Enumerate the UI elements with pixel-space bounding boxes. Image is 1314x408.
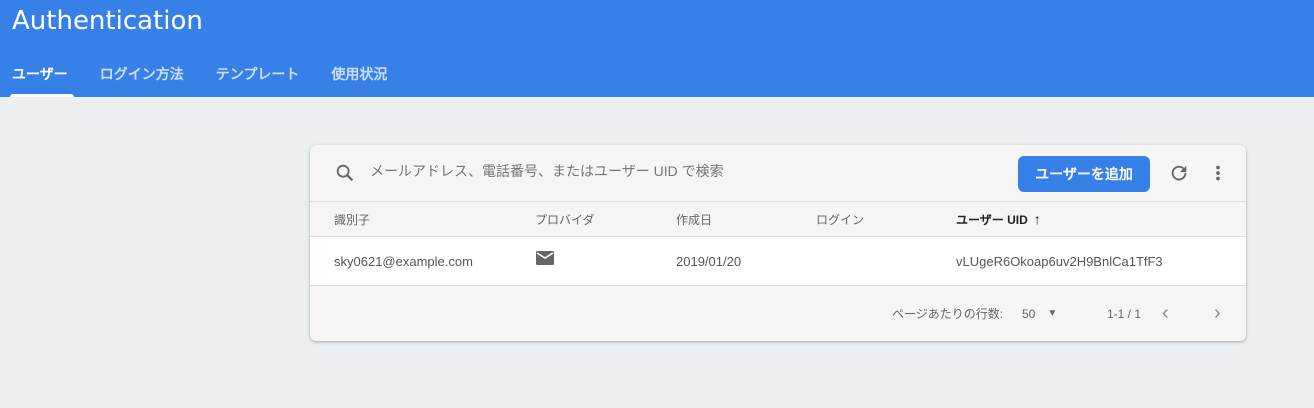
more-vert-icon[interactable] — [1208, 162, 1228, 184]
cell-created: 2019/01/20 — [676, 253, 742, 269]
page-range: 1-1 / 1 — [1107, 306, 1142, 321]
column-uid[interactable]: ユーザー UID ↑ — [956, 202, 1041, 236]
cell-provider — [535, 237, 555, 285]
column-uid-label: ユーザー UID — [956, 212, 1028, 227]
page-title: Authentication — [12, 6, 203, 36]
app-header: Authentication ユーザー ログイン方法 テンプレート 使用状況 — [0, 0, 1314, 97]
column-identifier[interactable]: 識別子 — [334, 202, 370, 236]
column-created[interactable]: 作成日 — [676, 202, 712, 236]
column-login[interactable]: ログイン — [816, 202, 864, 236]
arrow-up-icon: ↑ — [1033, 211, 1041, 227]
pagination: ページあたりの行数: 50 ▼ 1-1 / 1 ‹ › — [310, 286, 1246, 341]
cell-uid: vLUgeR6Okoap6uv2H9BnlCa1TfF3 — [956, 253, 1163, 269]
search-icon — [336, 164, 354, 182]
tab-users[interactable]: ユーザー — [0, 64, 84, 97]
column-provider: プロバイダ — [535, 212, 595, 227]
users-card: ユーザーを追加 識別子 プロバイダ 作成日 ログイン ユーザー UID ↑ sky… — [310, 145, 1246, 341]
refresh-icon[interactable] — [1168, 162, 1190, 184]
chevron-right-icon[interactable]: › — [1214, 286, 1221, 341]
search-input[interactable] — [370, 163, 870, 179]
mail-icon — [536, 251, 554, 265]
chevron-left-icon[interactable]: ‹ — [1162, 286, 1169, 341]
cell-identifier: sky0621@example.com — [334, 253, 473, 269]
tab-templates[interactable]: テンプレート — [200, 64, 316, 97]
dropdown-arrow-icon: ▼ — [1047, 308, 1058, 319]
table-row[interactable]: sky0621@example.com 2019/01/20 vLUgeR6Ok… — [310, 237, 1246, 286]
rows-per-page-value: 50 — [1022, 306, 1036, 321]
rows-per-page-select[interactable]: 50 ▼ — [1022, 286, 1057, 341]
table-header: 識別子 プロバイダ 作成日 ログイン ユーザー UID ↑ — [310, 201, 1246, 237]
tab-sign-in-method[interactable]: ログイン方法 — [84, 64, 200, 97]
add-user-button[interactable]: ユーザーを追加 — [1018, 156, 1150, 192]
tab-usage[interactable]: 使用状況 — [315, 64, 403, 97]
rows-per-page-label: ページあたりの行数: — [892, 307, 1004, 321]
tab-bar: ユーザー ログイン方法 テンプレート 使用状況 — [0, 64, 403, 97]
